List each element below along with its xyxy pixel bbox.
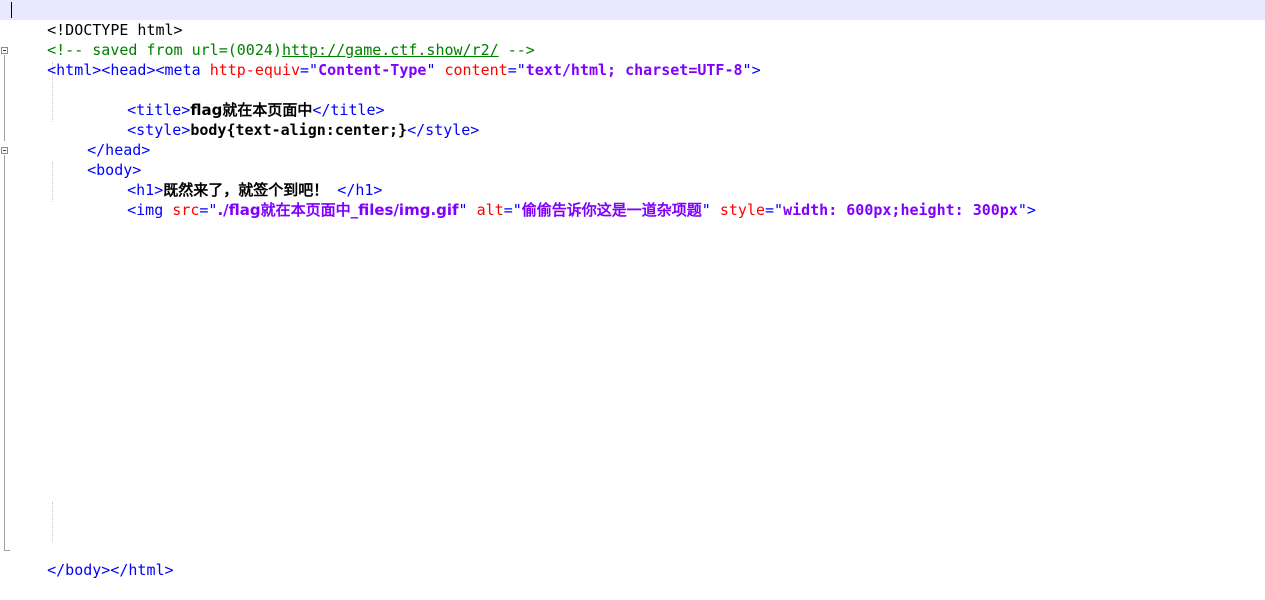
img-attr-alt: alt: [476, 201, 504, 219]
body-html-close-tags: </body></html>: [47, 561, 174, 579]
tag-close-bracket: >: [1026, 201, 1036, 219]
code-line-1[interactable]: <!DOCTYPE html>: [11, 0, 182, 39]
equals-sign: =: [507, 61, 517, 79]
quote-mark: ": [426, 61, 436, 79]
style-rule-text: body{text-align:center;}: [190, 121, 408, 139]
quote-mark: ": [516, 61, 526, 79]
style-close-tag: </style>: [407, 121, 480, 139]
fold-collapse-icon[interactable]: [1, 47, 8, 54]
head-open-tag: <head>: [101, 61, 156, 79]
img-attr-src: src: [172, 201, 200, 219]
fold-line: [4, 55, 5, 141]
quote-mark: ": [512, 201, 522, 219]
quote-mark: ": [1017, 201, 1027, 219]
code-line-6[interactable]: <style>body{text-align:center;}</style>: [91, 100, 479, 139]
code-line-5[interactable]: <title>flag就在本页面中</title>: [91, 80, 384, 119]
meta-attr-http-equiv: http-equiv: [209, 61, 300, 79]
code-editor[interactable]: <!DOCTYPE html> <!-- saved from url=(002…: [0, 0, 1265, 579]
code-line-9[interactable]: <h1>既然来了，就签个到吧！ </h1>: [91, 160, 382, 199]
equals-sign: =: [503, 201, 513, 219]
code-line-2[interactable]: <!-- saved from url=(0024)http://game.ct…: [11, 20, 535, 59]
meta-tag-open: <meta: [155, 61, 210, 79]
code-line-last[interactable]: </body></html>: [11, 540, 173, 579]
img-attr-style: style: [719, 201, 765, 219]
quote-mark: ": [458, 201, 468, 219]
html-open-tag: <html>: [47, 61, 102, 79]
meta-value-content: text/html; charset=UTF-8: [525, 61, 743, 79]
tag-close-bracket: >: [751, 61, 761, 79]
img-style-value: width: 600px;height: 300px: [783, 201, 1018, 219]
quote-mark: ": [774, 201, 784, 219]
meta-attr-content: content: [444, 61, 508, 79]
meta-value-content-type: Content-Type: [318, 61, 427, 79]
code-line-3[interactable]: <html><head><meta http-equiv="Content-Ty…: [11, 40, 760, 79]
img-alt-value: 偷偷告诉你这是一道杂项题: [521, 201, 702, 219]
code-line-10[interactable]: <img src="./flag就在本页面中_files/img.gif" al…: [91, 180, 1036, 219]
current-line-highlight: [0, 0, 1265, 20]
code-line-7[interactable]: </head>: [51, 120, 150, 159]
indent-guide: [52, 502, 53, 542]
fold-end-line: [4, 550, 10, 551]
quote-mark: ": [701, 201, 711, 219]
fold-collapse-icon[interactable]: [1, 147, 8, 154]
quote-mark: ": [742, 61, 752, 79]
equals-sign: =: [765, 201, 775, 219]
code-line-8[interactable]: <body>: [51, 140, 141, 179]
quote-mark: ": [309, 61, 319, 79]
fold-line: [4, 155, 5, 551]
equals-sign: =: [300, 61, 310, 79]
img-src-value: ./flag就在本页面中_files/img.gif: [217, 201, 459, 219]
img-tag-open: <img: [127, 201, 173, 219]
